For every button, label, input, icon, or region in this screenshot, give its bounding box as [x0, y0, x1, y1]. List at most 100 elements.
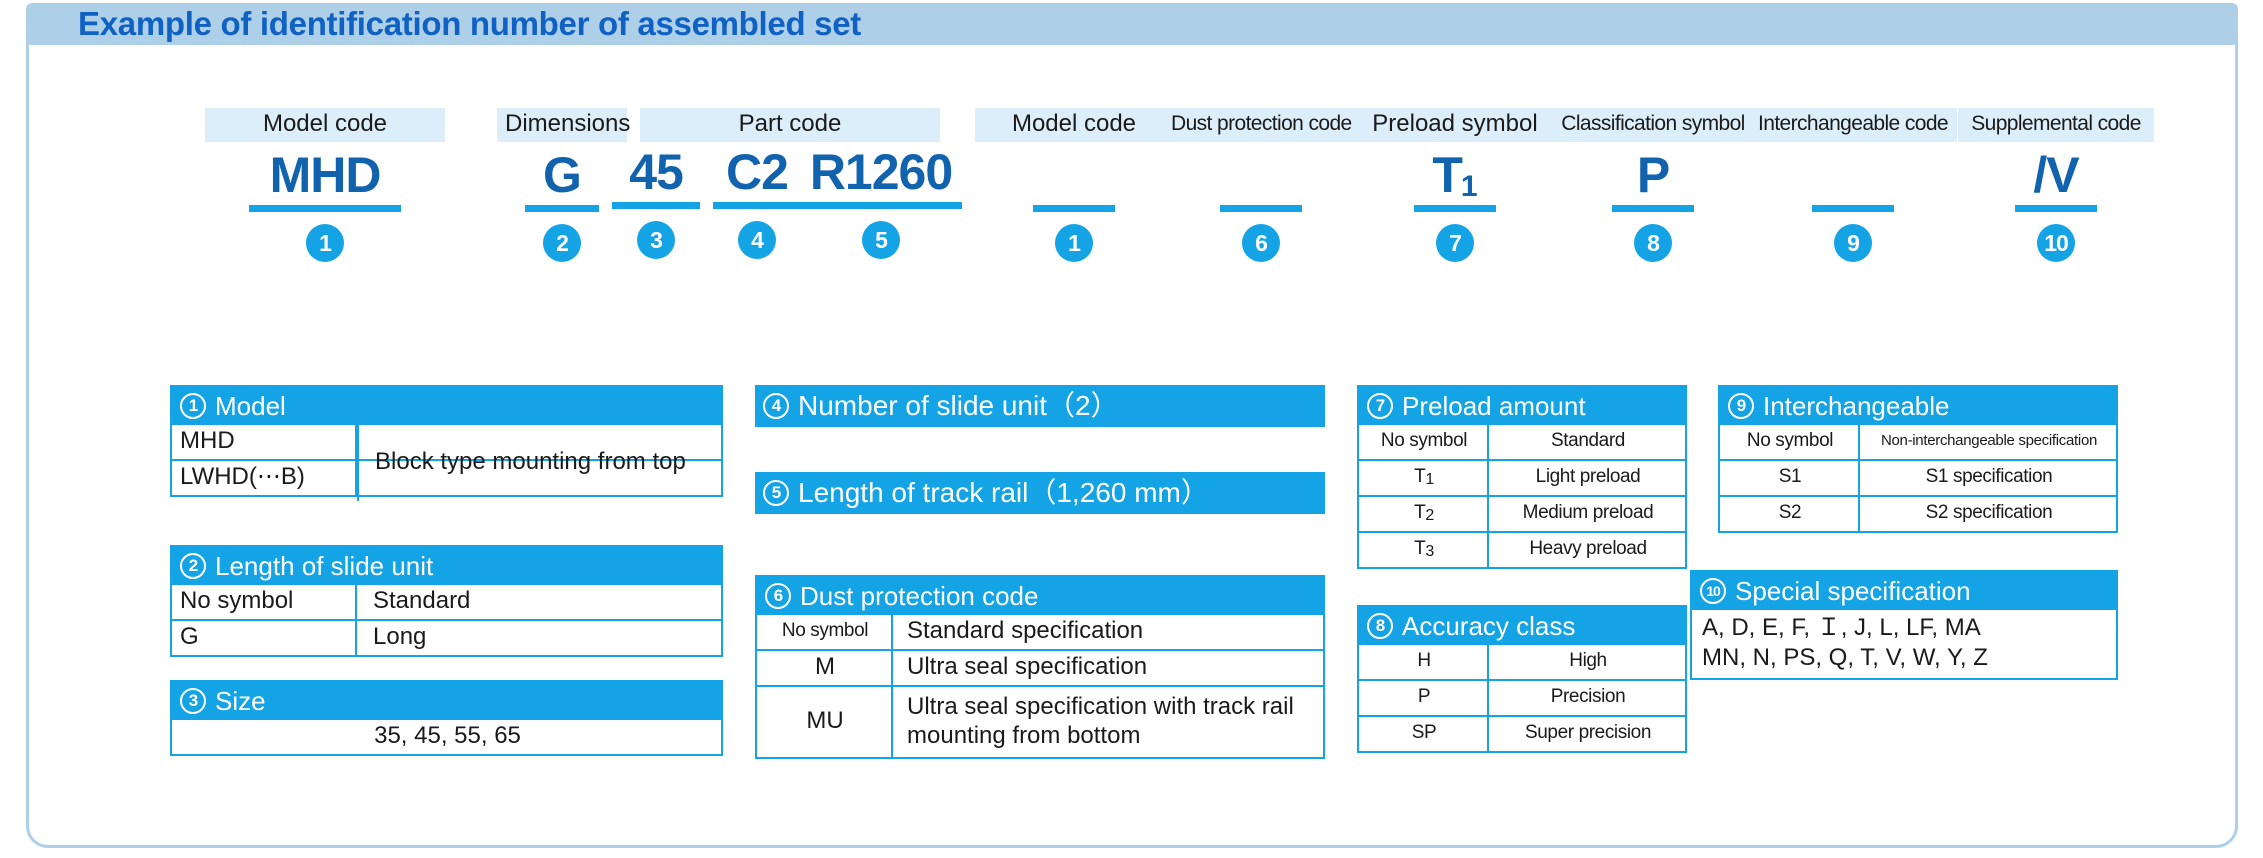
- code-value: R1260: [809, 144, 953, 200]
- cell-description: S2 specification: [1925, 502, 2053, 523]
- code-label-spacer: [800, 108, 962, 139]
- code-value-subscript: 1: [1460, 170, 1478, 203]
- circle-number-icon: 3: [180, 688, 206, 714]
- code-label: Classification symbol: [1549, 108, 1757, 142]
- code-value: [975, 149, 1173, 201]
- code-value: G: [543, 147, 582, 203]
- circle-number-icon: 8: [1367, 613, 1393, 639]
- code-underline: [1612, 205, 1694, 212]
- table-preload-amount-title: Preload amount: [1402, 391, 1586, 421]
- table-model-header: 1 Model: [172, 387, 721, 425]
- table-interchangeable-title: Interchangeable: [1763, 391, 1950, 421]
- cell-description: Precision: [1550, 686, 1626, 707]
- code-badge-4: 4: [738, 221, 776, 259]
- cell-symbol: No symbol: [1720, 425, 1860, 459]
- code-underline: [2015, 205, 2097, 212]
- cell-description: Light preload: [1535, 466, 1641, 487]
- code-segment: C2 4: [713, 108, 801, 259]
- cell-symbol-subscript: 3: [1425, 543, 1434, 560]
- code-segment: Preload symbol T1 7: [1357, 108, 1553, 262]
- table-length-of-track-rail-header: 5 Length of track rail（1,260 mm）: [755, 472, 1325, 514]
- cell-description: Ultra seal specification with track rail…: [893, 687, 1323, 757]
- table-size-title: Size: [215, 686, 266, 716]
- table-length-of-track-rail: 5 Length of track rail（1,260 mm）: [755, 472, 1325, 514]
- code-badge-1: 1: [1055, 224, 1093, 262]
- code-underline: [800, 202, 962, 209]
- table-size-header: 3 Size: [172, 682, 721, 720]
- cell-description: Heavy preload: [1529, 538, 1647, 559]
- table-preload-amount: 7 Preload amount No symbol Standard T1 L…: [1357, 385, 1687, 569]
- table-row: G Long: [172, 619, 721, 655]
- table-row: H High: [1359, 645, 1685, 679]
- table-model-title: Model: [215, 391, 286, 421]
- code-underline: [525, 205, 599, 212]
- cell-description: Standard: [1551, 430, 1625, 451]
- table-row: SP Super precision: [1359, 715, 1685, 751]
- cell-description: Standard: [373, 587, 471, 614]
- code-segment: 45 3: [612, 108, 700, 259]
- table-number-of-slide-unit: 4 Number of slide unit（2）: [755, 385, 1325, 427]
- table-model: 1 Model MHD Block type mounting from top…: [170, 385, 723, 501]
- table-number-of-slide-unit-title: Number of slide unit（2）: [798, 390, 1119, 421]
- code-value: C2: [726, 144, 789, 200]
- cell-symbol: P: [1359, 681, 1489, 715]
- code-segment: Dust protection code 6: [1163, 108, 1359, 262]
- cell-description: Long: [373, 623, 427, 650]
- code-value: /V: [2033, 147, 2079, 203]
- cell-description: Medium preload: [1522, 502, 1654, 523]
- table-special-specification-title: Special specification: [1735, 576, 1971, 606]
- table-row: S1 S1 specification: [1720, 459, 2116, 495]
- cell-symbol: MHD: [172, 425, 357, 459]
- circle-number-icon: 4: [763, 393, 789, 419]
- table-accuracy-class-header: 8 Accuracy class: [1359, 607, 1685, 645]
- code-value: MHD: [269, 147, 382, 203]
- code-value: [1163, 149, 1359, 201]
- table-preload-amount-header: 7 Preload amount: [1359, 387, 1685, 425]
- table-row: No symbol Standard: [172, 585, 721, 619]
- cell-size-values: 35, 45, 55, 65: [374, 722, 521, 749]
- code-value: P: [1636, 147, 1670, 203]
- table-row: T1 Light preload: [1359, 459, 1685, 495]
- table-number-of-slide-unit-header: 4 Number of slide unit（2）: [755, 385, 1325, 427]
- table-special-specification: 10 Special specification A, D, E, F, Ｉ, …: [1690, 570, 2118, 680]
- cell-symbol: MU: [757, 687, 893, 757]
- cell-symbol: SP: [1359, 717, 1489, 751]
- table-length-of-slide-unit-title: Length of slide unit: [215, 551, 434, 581]
- code-badge-9: 9: [1834, 224, 1872, 262]
- cell-symbol-text: T: [1414, 538, 1426, 559]
- circle-number-icon: 6: [765, 583, 791, 609]
- code-label: Preload symbol: [1357, 108, 1553, 142]
- circle-number-icon: 10: [1700, 578, 1726, 604]
- cell-symbol-subscript: 2: [1425, 507, 1434, 524]
- circle-number-icon: 7: [1367, 393, 1393, 419]
- code-segment: Interchangeable code 9: [1749, 108, 1957, 262]
- cell-special-specification-values: A, D, E, F, Ｉ, J, L, LF, MA MN, N, PS, Q…: [1702, 614, 1988, 671]
- cell-description: High: [1569, 650, 1607, 671]
- table-dust-protection-code-header: 6 Dust protection code: [757, 577, 1323, 615]
- cell-description: Ultra seal specification: [907, 653, 1148, 680]
- cell-description: Standard specification: [907, 617, 1144, 644]
- cell-description-text: Ultra seal specification with track rail…: [907, 693, 1294, 749]
- code-value: 45: [629, 144, 684, 200]
- table-length-of-slide-unit-header: 2 Length of slide unit: [172, 547, 721, 585]
- code-strip: Part code Model code MHD 1 Dimensions G 2 45 3 C2…: [0, 0, 2263, 310]
- circle-number-icon: 5: [763, 480, 789, 506]
- table-special-specification-header: 10 Special specification: [1692, 572, 2116, 610]
- code-segment: Dimensions G 2: [497, 108, 630, 262]
- code-segment: Model code MHD 1: [205, 108, 445, 262]
- table-row: No symbol Standard: [1359, 425, 1685, 459]
- cell-symbol-text: T: [1414, 466, 1426, 487]
- code-segment: Supplemental code/V 10: [1958, 108, 2154, 262]
- code-badge-6: 6: [1242, 224, 1280, 262]
- cell-symbol: No symbol: [172, 585, 357, 619]
- code-badge-2: 2: [543, 224, 581, 262]
- table-accuracy-class-title: Accuracy class: [1402, 611, 1576, 641]
- table-row: 35, 45, 55, 65: [172, 720, 721, 754]
- identification-number-diagram: Example of identification number of asse…: [0, 0, 2263, 858]
- code-underline: [1220, 205, 1302, 212]
- code-underline: [612, 202, 700, 209]
- code-segment: Classification symbol P 8: [1549, 108, 1757, 262]
- code-label: Model code: [975, 108, 1173, 142]
- table-row: No symbol Non-interchangeable specificat…: [1720, 425, 2116, 459]
- code-label-spacer: [612, 108, 700, 139]
